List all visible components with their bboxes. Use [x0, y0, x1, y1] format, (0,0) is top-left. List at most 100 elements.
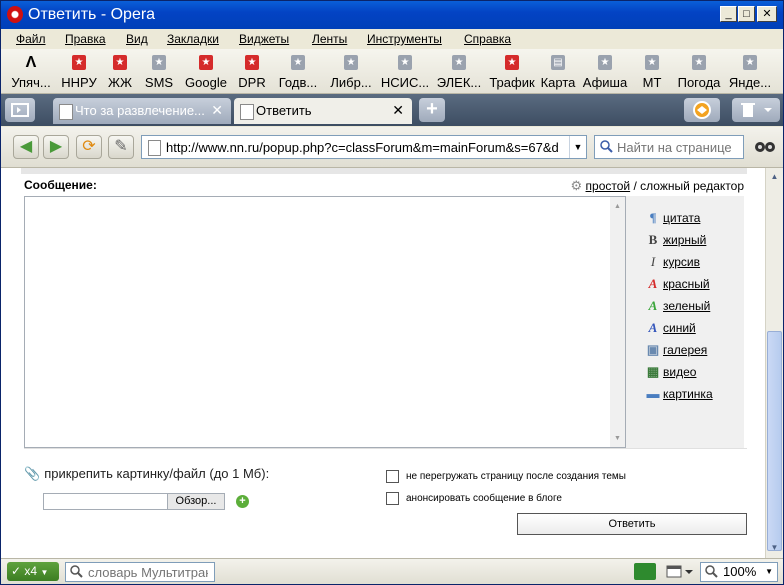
minimize-button[interactable]: _ [720, 6, 737, 22]
sync-icon [693, 101, 711, 119]
forward-arrow-icon: ▶ [49, 138, 63, 155]
tab-bar: Что за развлечение... ✕ Ответить ✕ + [1, 94, 783, 126]
edit-button[interactable]: ✎ [108, 135, 134, 159]
bookmark-item[interactable]: ★ НСИС... [379, 53, 431, 91]
address-field[interactable]: http://www.nn.ru/popup.php?c=classForum&… [141, 135, 587, 159]
star-icon: ★ [505, 55, 519, 70]
trash-button[interactable] [732, 98, 780, 122]
menu-feeds[interactable]: Ленты [312, 32, 347, 46]
map-icon: ▤ [551, 55, 565, 70]
bookmark-item[interactable]: ★ ЖЖ [105, 53, 135, 91]
bookmark-item[interactable]: ★ Афиша [581, 53, 629, 91]
scroll-up-icon[interactable]: ▲ [767, 169, 782, 185]
divider [24, 448, 747, 449]
browse-button[interactable]: Обзор... [167, 493, 225, 510]
tool-green[interactable]: Aзеленый [646, 298, 711, 314]
film-icon: ▦ [646, 364, 660, 379]
menu-help[interactable]: Справка [464, 32, 511, 46]
opera-voice-button[interactable] [751, 135, 779, 159]
scroll-thumb[interactable] [767, 331, 782, 551]
no-reload-option[interactable]: не перегружать страницу после создания т… [386, 470, 626, 483]
scroll-up-icon[interactable]: ▲ [614, 203, 621, 210]
tab-active[interactable]: Ответить ✕ [234, 98, 412, 124]
no-reload-checkbox[interactable] [386, 470, 399, 483]
star-icon: ★ [398, 55, 412, 70]
scroll-down-icon[interactable]: ▼ [614, 435, 621, 442]
red-letter-icon: A [648, 276, 658, 291]
bookmark-item[interactable]: ★ МТ [637, 53, 667, 91]
menu-bookmarks[interactable]: Закладки [167, 32, 219, 46]
close-button[interactable]: ✕ [757, 6, 777, 22]
bookmark-item[interactable]: ★ Трафик [488, 53, 536, 91]
unite-status-icon[interactable] [634, 563, 656, 580]
message-textarea[interactable] [25, 197, 610, 447]
editor-scrollbar[interactable]: ▲ ▼ [610, 197, 625, 447]
tool-red[interactable]: Aкрасный [646, 276, 710, 292]
page-scrollbar[interactable]: ▲ ▼ [765, 168, 783, 558]
dictionary-search-input[interactable] [88, 565, 208, 580]
bookmark-item[interactable]: ▤ Карта [539, 53, 577, 91]
message-label: Сообщение: [24, 178, 97, 192]
menu-widgets[interactable]: Виджеты [239, 32, 289, 46]
star-icon: ★ [344, 55, 358, 70]
add-file-icon[interactable]: + [236, 495, 249, 508]
tool-bold[interactable]: Bжирный [646, 232, 707, 248]
menu-file[interactable]: Файл [16, 32, 46, 46]
bookmark-item[interactable]: ★ Погода [675, 53, 723, 91]
menu-view[interactable]: Вид [126, 32, 148, 46]
panel-toggle-button[interactable] [5, 98, 35, 122]
bookmark-item[interactable]: ★ SMS [143, 53, 175, 91]
bookmark-item[interactable]: ★ ЭЛЕК... [433, 53, 485, 91]
sync-button[interactable]: ⟳ [76, 135, 102, 159]
gallery-icon: ▣ [646, 342, 660, 357]
menu-tools[interactable]: Инструменты [367, 32, 442, 46]
scroll-down-icon[interactable]: ▼ [767, 540, 782, 556]
quote-icon: ¶ [649, 210, 657, 225]
star-icon: ★ [598, 55, 612, 70]
trash-icon [741, 103, 772, 117]
chevron-down-icon[interactable]: ▼ [569, 136, 586, 158]
announce-option[interactable]: анонсировать сообщение в блоге [386, 492, 562, 505]
menu-edit[interactable]: Правка [65, 32, 106, 46]
bookmark-item[interactable]: ★ DPR [237, 53, 267, 91]
bookmark-item[interactable]: ★ Годв... [273, 53, 323, 91]
reply-form: Сообщение: ⚙ простой / сложный редактор … [21, 168, 747, 535]
tab-close-icon[interactable]: ✕ [392, 102, 404, 119]
window-title: Ответить - Opera [28, 6, 156, 23]
bookmarks-bar: Λ Упяч... ★ ННРУ ★ ЖЖ ★ SMS ★ Google ★ DPR ★ Го… [1, 49, 783, 94]
bookmark-item[interactable]: ★ Либр... [327, 53, 375, 91]
tool-italic[interactable]: Iкурсив [646, 254, 700, 270]
star-icon: ★ [245, 55, 259, 70]
opera-unite-button[interactable] [684, 98, 720, 122]
view-mode-button[interactable] [666, 563, 694, 580]
bookmark-item[interactable]: ★ Google [183, 53, 229, 91]
tab-other[interactable]: Что за развлечение... ✕ [53, 98, 231, 124]
file-path-field[interactable] [43, 493, 169, 510]
forward-button[interactable]: ▶ [43, 135, 69, 159]
back-button[interactable]: ◀ [13, 135, 39, 159]
editor-mode-switch: ⚙ простой / сложный редактор [570, 178, 744, 193]
page-search-input[interactable] [617, 140, 737, 155]
bookmark-item[interactable]: Λ Упяч... [9, 53, 53, 91]
tool-blue[interactable]: Aсиний [646, 320, 696, 336]
pencil-icon: ✎ [114, 138, 128, 155]
bookmark-item[interactable]: ★ ННРУ [61, 53, 97, 91]
simple-editor-link[interactable]: простой [586, 179, 631, 193]
announce-checkbox[interactable] [386, 492, 399, 505]
star-icon: ★ [113, 55, 127, 70]
tab-close-icon[interactable]: ✕ [211, 102, 223, 119]
tool-gallery[interactable]: ▣ галерея [646, 342, 707, 358]
tool-image[interactable]: ▬ картинка [646, 386, 713, 402]
tool-video[interactable]: ▦ видео [646, 364, 697, 380]
zoom-control[interactable]: 100% ▼ [700, 562, 778, 582]
title-bar: Ответить - Opera _ □ ✕ [1, 1, 783, 29]
complex-editor-link[interactable]: сложный редактор [640, 179, 744, 193]
maximize-button[interactable]: □ [738, 6, 755, 22]
star-icon: ★ [743, 55, 757, 70]
window-icon [666, 565, 693, 578]
tool-quote[interactable]: ¶ цитата [646, 210, 700, 226]
tab-counter-button[interactable]: ✓ x4 ▼ [7, 562, 59, 581]
new-tab-button[interactable]: + [419, 98, 445, 122]
bookmark-item[interactable]: ★ Янде... [727, 53, 773, 91]
submit-reply-button[interactable]: Ответить [517, 513, 747, 535]
